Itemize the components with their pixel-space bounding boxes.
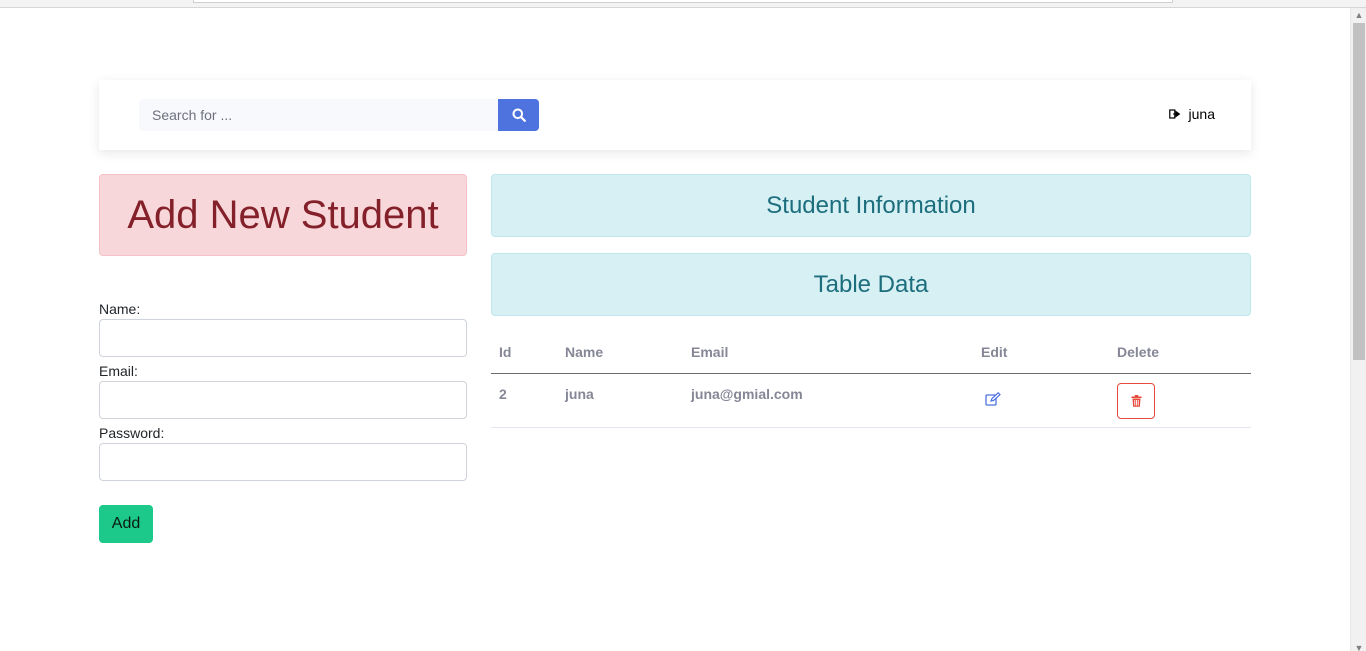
header-name: Name: [557, 331, 683, 374]
student-information-heading: Student Information: [491, 174, 1251, 237]
email-field[interactable]: [99, 381, 467, 419]
add-student-form: Name: Email: Password:: [99, 299, 467, 485]
name-label: Name:: [99, 301, 141, 317]
header-id: Id: [491, 331, 557, 374]
cell-delete: [1109, 373, 1251, 428]
add-student-heading: Add New Student: [99, 174, 467, 256]
password-label: Password:: [99, 425, 165, 441]
table-data-heading: Table Data: [491, 253, 1251, 316]
edit-icon[interactable]: [985, 391, 1001, 409]
search-input[interactable]: [139, 99, 498, 131]
user-name: juna: [1188, 106, 1215, 122]
user-menu[interactable]: juna: [1168, 106, 1215, 122]
cell-name: juna: [557, 373, 683, 428]
delete-button[interactable]: [1117, 382, 1155, 419]
browser-top-strip: [0, 0, 1366, 8]
table-header-row: Id Name Email Edit Delete: [491, 331, 1251, 374]
password-field[interactable]: [99, 443, 467, 481]
table-row: 2 juna juna@gmial.com: [491, 373, 1251, 428]
search-icon: [512, 108, 526, 122]
email-label: Email:: [99, 363, 138, 379]
scroll-down-arrow-icon[interactable]: ▼: [1351, 645, 1366, 651]
scroll-thumb[interactable]: [1353, 23, 1365, 360]
address-bar[interactable]: [193, 0, 1173, 3]
header-delete: Delete: [1109, 331, 1251, 374]
scroll-up-arrow-icon[interactable]: ▲: [1351, 8, 1366, 22]
header-email: Email: [683, 331, 973, 374]
top-navbar: juna: [99, 80, 1251, 150]
scrollbar[interactable]: ▲ ▼: [1350, 8, 1366, 651]
cell-edit: [973, 373, 1109, 428]
cell-email: juna@gmial.com: [683, 373, 973, 428]
search-group: [139, 99, 539, 131]
sign-out-icon: [1168, 109, 1180, 119]
header-edit: Edit: [973, 331, 1109, 374]
name-field[interactable]: [99, 319, 467, 357]
add-button[interactable]: Add: [99, 505, 153, 543]
search-button[interactable]: [498, 99, 539, 131]
trash-icon: [1131, 394, 1141, 407]
students-table: Id Name Email Edit Delete 2 juna juna@gm…: [491, 331, 1251, 428]
cell-id: 2: [491, 373, 557, 428]
